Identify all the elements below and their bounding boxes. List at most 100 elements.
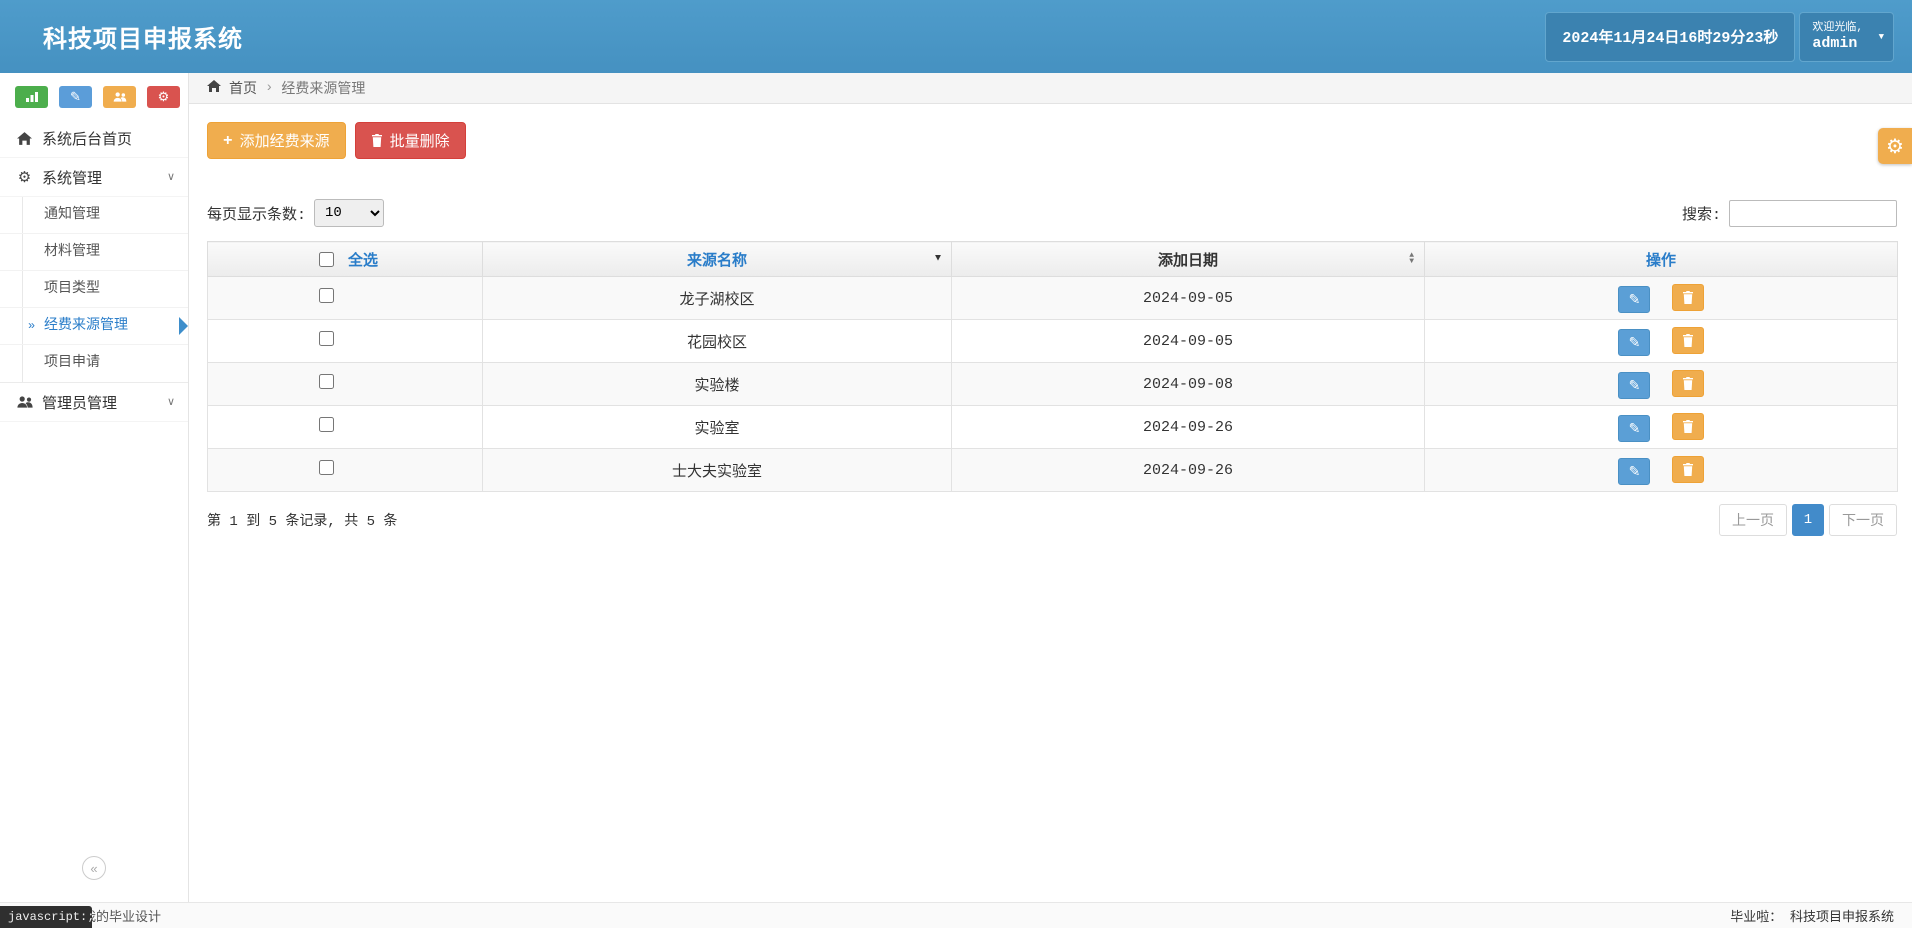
edit-button[interactable]: ✎ <box>1618 329 1650 356</box>
sidebar-item-label: 经费来源管理 <box>44 318 128 334</box>
users-icon <box>113 92 127 102</box>
table-row: 实验楼 2024-09-08 ✎ <box>208 363 1898 406</box>
column-source-name[interactable]: 来源名称 ▼ <box>483 242 952 277</box>
quick-settings-button[interactable]: ⚙ <box>147 86 180 108</box>
source-name-cell: 士大夫实验室 <box>483 449 952 492</box>
next-page-button[interactable]: 下一页 <box>1829 504 1897 536</box>
search-input[interactable] <box>1729 200 1897 227</box>
system-submenu: 通知管理 材料管理 项目类型 » 经费来源管理 项目申请 <box>0 197 188 383</box>
row-checkbox[interactable] <box>319 374 334 389</box>
footer-system-name: 毕业啦： 科技项目申报系统 <box>1730 906 1894 925</box>
row-checkbox[interactable] <box>319 288 334 303</box>
trash-icon <box>1682 291 1694 304</box>
trash-icon <box>1682 420 1694 433</box>
batch-delete-button[interactable]: 批量删除 <box>355 122 466 159</box>
app-header: 科技项目申报系统 2024年11月24日16时29分23秒 欢迎光临, admi… <box>0 0 1912 73</box>
delete-button[interactable] <box>1672 327 1704 354</box>
sort-both-icon: ▲▼ <box>1409 253 1414 265</box>
pagination: 上一页 1 下一页 <box>1719 504 1897 536</box>
table-footer: 第 1 到 5 条记录, 共 5 条 上一页 1 下一页 <box>207 504 1897 536</box>
header-right: 2024年11月24日16时29分23秒 欢迎光临, admin ▼ <box>1545 12 1894 62</box>
sidebar-item-project-type[interactable]: 项目类型 <box>0 271 188 308</box>
delete-button[interactable] <box>1672 370 1704 397</box>
content: + 添加经费来源 批量删除 每页显示条数: 10 搜索: <box>189 104 1912 536</box>
date-cell: 2024-09-05 <box>952 277 1425 320</box>
table-header-row: 全选 来源名称 ▼ 添加日期 ▲▼ <box>208 242 1898 277</box>
edit-button[interactable]: ✎ <box>1618 415 1650 442</box>
edit-button[interactable]: ✎ <box>1618 458 1650 485</box>
prev-page-button[interactable]: 上一页 <box>1719 504 1787 536</box>
records-summary: 第 1 到 5 条记录, 共 5 条 <box>207 510 397 530</box>
sidebar-item-project-apply[interactable]: 项目申请 <box>0 345 188 382</box>
quick-icons: ✎ ⚙ <box>0 73 188 119</box>
gear-icon: ⚙ <box>158 89 170 105</box>
column-actions: 操作 <box>1425 242 1898 277</box>
delete-button[interactable] <box>1672 413 1704 440</box>
table-row: 龙子湖校区 2024-09-05 ✎ <box>208 277 1898 320</box>
sidebar-item-material[interactable]: 材料管理 <box>0 234 188 271</box>
sidebar-collapse-button[interactable]: « <box>82 856 106 880</box>
actions-cell: ✎ <box>1425 320 1898 363</box>
pencil-icon: ✎ <box>70 89 81 105</box>
user-caret-icon: ▼ <box>1879 32 1884 42</box>
column-add-date[interactable]: 添加日期 ▲▼ <box>952 242 1425 277</box>
date-cell: 2024-09-26 <box>952 449 1425 492</box>
date-cell: 2024-09-08 <box>952 363 1425 406</box>
sidebar-group-label: 系统管理 <box>42 167 102 188</box>
user-menu[interactable]: 欢迎光临, admin ▼ <box>1799 12 1894 62</box>
actions-cell: ✎ <box>1425 449 1898 492</box>
select-all-label: 全选 <box>348 249 378 270</box>
users-icon <box>16 396 33 408</box>
table-row: 实验室 2024-09-26 ✎ <box>208 406 1898 449</box>
chevron-down-icon: ∨ <box>167 170 175 184</box>
trash-icon <box>1682 334 1694 347</box>
sidebar-item-home[interactable]: 系统后台首页 <box>0 119 188 158</box>
source-name-cell: 花园校区 <box>483 320 952 363</box>
sidebar-item-notice[interactable]: 通知管理 <box>0 197 188 234</box>
settings-gear-button[interactable]: ⚙ <box>1878 128 1912 164</box>
search-label: 搜索: <box>1682 203 1721 224</box>
actions-cell: ✎ <box>1425 277 1898 320</box>
edit-button[interactable]: ✎ <box>1618 286 1650 313</box>
sidebar-group-admin[interactable]: 管理员管理 ∨ <box>0 383 188 422</box>
gear-icon: ⚙ <box>16 168 33 187</box>
page-number-button[interactable]: 1 <box>1792 504 1824 536</box>
delete-button[interactable] <box>1672 284 1704 311</box>
row-checkbox[interactable] <box>319 460 334 475</box>
sidebar-group-system[interactable]: ⚙ 系统管理 ∨ <box>0 158 188 197</box>
row-checkbox[interactable] <box>319 331 334 346</box>
page-footer: 版权所有：我的毕业设计 毕业啦： 科技项目申报系统 <box>0 902 1912 928</box>
edit-icon: ✎ <box>1629 334 1641 351</box>
select-all-header: 全选 <box>208 242 483 277</box>
sidebar: ✎ ⚙ 系统后台首页 ⚙ 系统管理 ∨ <box>0 73 189 902</box>
sidebar-item-funding-source[interactable]: » 经费来源管理 <box>0 308 188 345</box>
breadcrumb: 首页 › 经费来源管理 <box>189 73 1912 104</box>
add-button-label: 添加经费来源 <box>240 130 330 151</box>
quick-chart-button[interactable] <box>15 86 48 108</box>
username: admin <box>1812 35 1863 53</box>
per-page-select[interactable]: 10 <box>314 199 384 227</box>
chart-icon <box>26 92 38 102</box>
quick-users-button[interactable] <box>103 86 136 108</box>
breadcrumb-home[interactable]: 首页 <box>229 78 257 98</box>
select-all-checkbox[interactable] <box>319 252 334 267</box>
table-row: 花园校区 2024-09-05 ✎ <box>208 320 1898 363</box>
trash-icon <box>1682 377 1694 390</box>
quick-edit-button[interactable]: ✎ <box>59 86 92 108</box>
edit-icon: ✎ <box>1629 291 1641 308</box>
actions-cell: ✎ <box>1425 406 1898 449</box>
add-funding-source-button[interactable]: + 添加经费来源 <box>207 122 346 159</box>
batch-delete-label: 批量删除 <box>390 130 450 151</box>
gear-icon: ⚙ <box>1886 134 1904 159</box>
edit-button[interactable]: ✎ <box>1618 372 1650 399</box>
delete-button[interactable] <box>1672 456 1704 483</box>
status-bar-tooltip: javascript:; <box>0 906 92 928</box>
breadcrumb-current: 经费来源管理 <box>281 78 365 98</box>
toolbar: + 添加经费来源 批量删除 <box>207 122 1897 159</box>
main-area: 首页 › 经费来源管理 ⚙ + 添加经费来源 批量删除 <box>189 73 1912 902</box>
active-item-arrow <box>179 317 188 335</box>
row-checkbox[interactable] <box>319 417 334 432</box>
sort-caret-icon: ▼ <box>935 254 941 265</box>
breadcrumb-separator: › <box>265 80 273 96</box>
home-icon <box>16 132 33 145</box>
